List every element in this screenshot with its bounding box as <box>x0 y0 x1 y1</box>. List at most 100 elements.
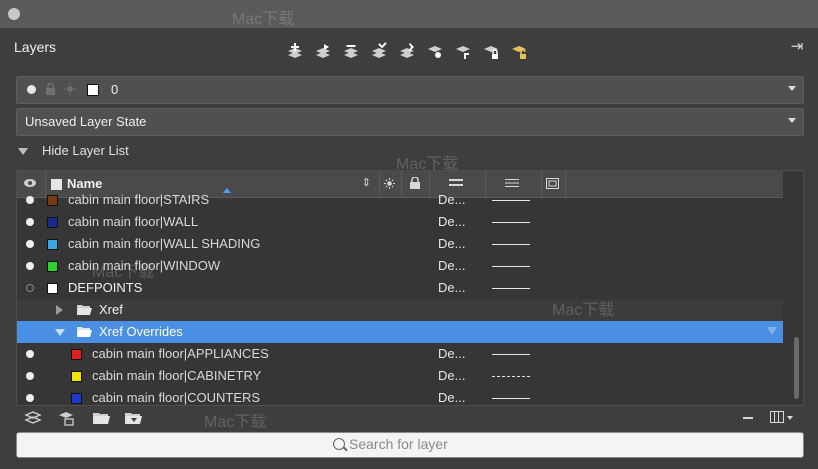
layer-linetype[interactable] <box>492 398 530 399</box>
layer-color-swatch[interactable] <box>47 195 58 206</box>
linetype-column-icon <box>505 179 519 187</box>
layer-state-label: Unsaved Layer State <box>25 114 147 129</box>
layer-color-value[interactable]: De... <box>438 346 465 361</box>
lock-icon <box>410 177 420 189</box>
layer-color-swatch[interactable] <box>47 217 58 228</box>
scrollbar[interactable] <box>794 337 799 399</box>
chevron-down-icon <box>788 86 796 91</box>
group-name: Xref Overrides <box>99 324 183 339</box>
layer-name: DEFPOINTS <box>68 280 143 295</box>
layer-linetype[interactable] <box>492 266 530 267</box>
group-filter-row[interactable]: Xref <box>17 299 783 321</box>
panel-header: Layers ⇥ <box>0 28 818 70</box>
group-name: Xref <box>99 302 123 317</box>
layer-linetype[interactable] <box>492 200 530 201</box>
layer-freeze-icon[interactable] <box>454 42 472 60</box>
layer-filter-icon[interactable] <box>24 408 42 426</box>
visibility-dot[interactable] <box>26 218 34 226</box>
bottom-toolbar <box>0 404 818 428</box>
freeze-sun-icon <box>64 83 76 95</box>
layer-color-swatch[interactable] <box>71 349 82 360</box>
layer-color-swatch[interactable] <box>71 371 82 382</box>
table-row[interactable]: cabin main floor|WALL De... <box>17 211 783 233</box>
search-icon <box>333 438 345 450</box>
sun-icon <box>384 178 395 189</box>
visibility-dot[interactable] <box>26 350 34 358</box>
table-row[interactable]: cabin main floor|WALL SHADING De... <box>17 233 783 255</box>
current-layer-color-swatch <box>87 84 99 96</box>
layer-color-value[interactable]: De... <box>438 236 465 251</box>
visibility-dot[interactable] <box>26 394 34 402</box>
table-row[interactable]: cabin main floor|STAIRS De... <box>17 189 783 211</box>
layer-linetype[interactable] <box>492 376 530 377</box>
layer-name: cabin main floor|WALL <box>68 214 199 229</box>
disclosure-triangle-icon[interactable] <box>55 329 65 336</box>
hide-layer-list-label: Hide Layer List <box>42 143 129 158</box>
new-group-filter-icon[interactable] <box>92 408 110 426</box>
layer-color-value[interactable]: De... <box>438 214 465 229</box>
folder-icon <box>77 327 92 337</box>
visibility-dot[interactable] <box>26 372 34 380</box>
layer-isolate-icon[interactable] <box>426 42 444 60</box>
layer-color-value[interactable]: De... <box>438 258 465 273</box>
layer-name: cabin main floor|CABINETRY <box>92 368 262 383</box>
layer-linetype[interactable] <box>492 354 530 355</box>
layer-lock-icon[interactable] <box>482 42 500 60</box>
filter-icon <box>767 327 777 335</box>
layer-unlock-icon[interactable] <box>510 42 528 60</box>
layer-name: cabin main floor|APPLIANCES <box>92 346 269 361</box>
layer-color-value[interactable]: De... <box>438 192 465 207</box>
color-column-icon <box>449 179 463 186</box>
folder-icon <box>77 305 92 315</box>
search-input[interactable] <box>349 435 749 453</box>
layer-color-value[interactable]: De... <box>438 368 465 383</box>
table-row[interactable]: cabin main floor|CABINETRY De... <box>17 365 783 387</box>
layer-grid: Name ⇕ cabin main floor|STAIRS De... cab… <box>16 170 804 406</box>
current-layer-dropdown[interactable]: 0 <box>16 76 804 104</box>
layer-color-swatch[interactable] <box>71 393 82 404</box>
layer-properties-icon[interactable] <box>398 42 416 60</box>
group-filter-row-selected[interactable]: Xref Overrides <box>17 321 783 343</box>
visibility-dot[interactable] <box>26 284 34 292</box>
layer-linetype[interactable] <box>492 222 530 223</box>
layer-state-dropdown[interactable]: Unsaved Layer State <box>16 108 804 136</box>
layer-toolbar <box>286 42 528 64</box>
visibility-dot[interactable] <box>26 196 34 204</box>
chevron-down-icon <box>788 118 796 123</box>
layer-color-swatch[interactable] <box>47 239 58 250</box>
layer-color-swatch[interactable] <box>47 261 58 272</box>
layer-color-value[interactable]: De... <box>438 390 465 405</box>
disclosure-triangle-icon[interactable] <box>56 305 63 315</box>
columns-icon[interactable] <box>770 411 784 423</box>
layer-name: cabin main floor|WALL SHADING <box>68 236 261 251</box>
visibility-dot[interactable] <box>26 240 34 248</box>
chevron-down-icon[interactable] <box>787 416 793 420</box>
current-layer-name: 0 <box>111 82 119 97</box>
layer-manager-icon[interactable] <box>57 408 75 426</box>
layer-linetype[interactable] <box>492 288 530 289</box>
visibility-icon <box>27 85 36 94</box>
layer-color-value[interactable]: De... <box>438 280 465 295</box>
table-row[interactable]: cabin main floor|WINDOW De... <box>17 255 783 277</box>
lock-icon <box>46 83 55 95</box>
search-bar <box>16 432 804 458</box>
layer-name: cabin main floor|WINDOW <box>68 258 221 273</box>
panel-title: Layers <box>14 39 57 55</box>
title-bar <box>0 0 818 28</box>
disclosure-triangle-icon <box>18 148 28 155</box>
visibility-dot[interactable] <box>26 262 34 270</box>
layer-linetype[interactable] <box>492 244 530 245</box>
new-layer-vp-frozen-icon[interactable] <box>314 42 332 60</box>
table-row[interactable]: DEFPOINTS De... <box>17 277 783 299</box>
set-current-icon[interactable] <box>370 42 388 60</box>
minus-icon[interactable] <box>743 417 753 419</box>
layer-color-swatch[interactable] <box>47 283 58 294</box>
column-resize-icon[interactable]: ⇕ <box>362 176 371 189</box>
table-row[interactable]: cabin main floor|APPLIANCES De... <box>17 343 783 365</box>
new-layer-icon[interactable] <box>286 42 304 60</box>
window-close-dot[interactable] <box>8 8 20 20</box>
layer-name: cabin main floor|COUNTERS <box>92 390 261 405</box>
delete-layer-icon[interactable] <box>342 42 360 60</box>
new-property-filter-icon[interactable] <box>124 408 142 426</box>
panel-collapse-icon[interactable]: ⇥ <box>788 38 806 56</box>
